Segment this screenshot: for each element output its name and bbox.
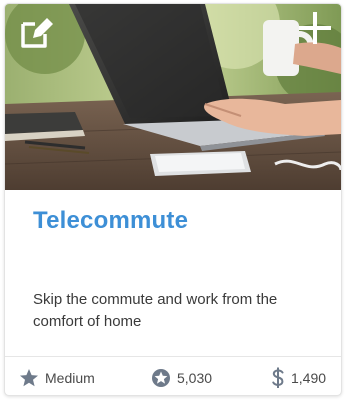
points-value: 5,030: [177, 370, 213, 386]
difficulty-label: Medium: [45, 370, 95, 386]
plus-icon: [299, 12, 331, 44]
cost-value: 1,490: [291, 370, 327, 386]
laptop-desk-photo: [5, 4, 341, 190]
cost-stat: 1,490: [271, 367, 327, 388]
star-icon: [20, 369, 38, 387]
dollar-icon: [272, 367, 284, 388]
hero-image: [5, 4, 341, 190]
add-button[interactable]: [297, 10, 333, 46]
points-stat: 5,030: [151, 368, 212, 388]
edit-button[interactable]: [19, 16, 53, 50]
card-footer: Medium 5,030 1,490: [5, 356, 341, 395]
action-card[interactable]: Telecommute Skip the commute and work fr…: [4, 3, 342, 396]
card-title[interactable]: Telecommute: [33, 207, 188, 235]
star-badge-icon: [152, 369, 170, 387]
edit-icon: [21, 18, 53, 48]
difficulty-stat: Medium: [19, 368, 95, 388]
card-description: Skip the commute and work from the comfo…: [33, 291, 278, 330]
